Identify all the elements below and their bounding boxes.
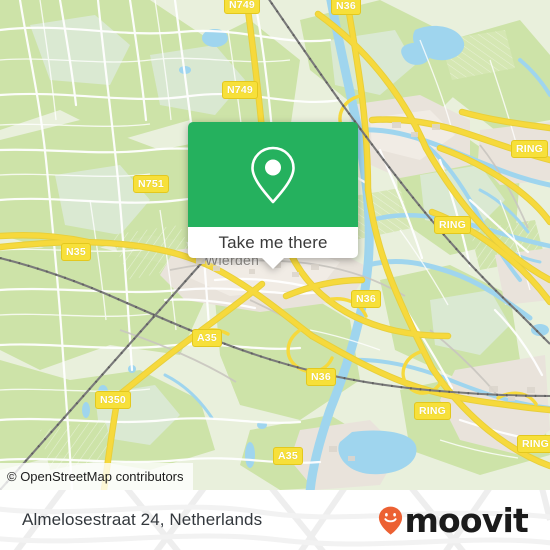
osm-attribution[interactable]: © OpenStreetMap contributors: [0, 463, 193, 490]
moovit-logo[interactable]: moovit: [378, 500, 529, 540]
popup-tail: [262, 258, 284, 269]
moovit-smiley-pin-icon: [379, 506, 403, 535]
footer-content-row: Almelosestraat 24, Netherlands moovit: [0, 490, 550, 550]
road-shield: N36: [331, 0, 361, 15]
take-me-there-button[interactable]: Take me there: [188, 227, 358, 258]
road-shield: N749: [224, 0, 260, 14]
road-shield: RING: [511, 140, 549, 158]
road-shield: N749: [222, 81, 258, 99]
map-pin-icon: [251, 146, 295, 203]
road-shield: A35: [273, 447, 303, 465]
road-shield: RING: [414, 402, 452, 420]
moovit-wordmark: moovit: [404, 500, 528, 540]
take-me-there-label: Take me there: [218, 232, 328, 252]
destination-popup[interactable]: Take me there: [188, 122, 358, 269]
footer-bar: Almelosestraat 24, Netherlands moovit: [0, 490, 550, 550]
road-shield: A35: [192, 329, 222, 347]
road-shield: N36: [351, 290, 381, 308]
address-label: Almelosestraat 24, Netherlands: [22, 510, 263, 529]
moovit-map-page: N749 N36 N749 RING N751 RING N35 N36 A35 N36 N350 R…: [0, 0, 550, 550]
map-canvas[interactable]: N749 N36 N749 RING N751 RING N35 N36 A35 N36 N350 R…: [0, 0, 550, 490]
road-shield: RING: [517, 435, 550, 453]
road-shield: N35: [61, 243, 91, 261]
road-shield: N751: [133, 175, 169, 193]
road-shield: N36: [306, 368, 336, 386]
popup-pin-panel: [188, 122, 358, 227]
road-shield: RING: [434, 216, 472, 234]
road-shield: N350: [95, 391, 131, 409]
